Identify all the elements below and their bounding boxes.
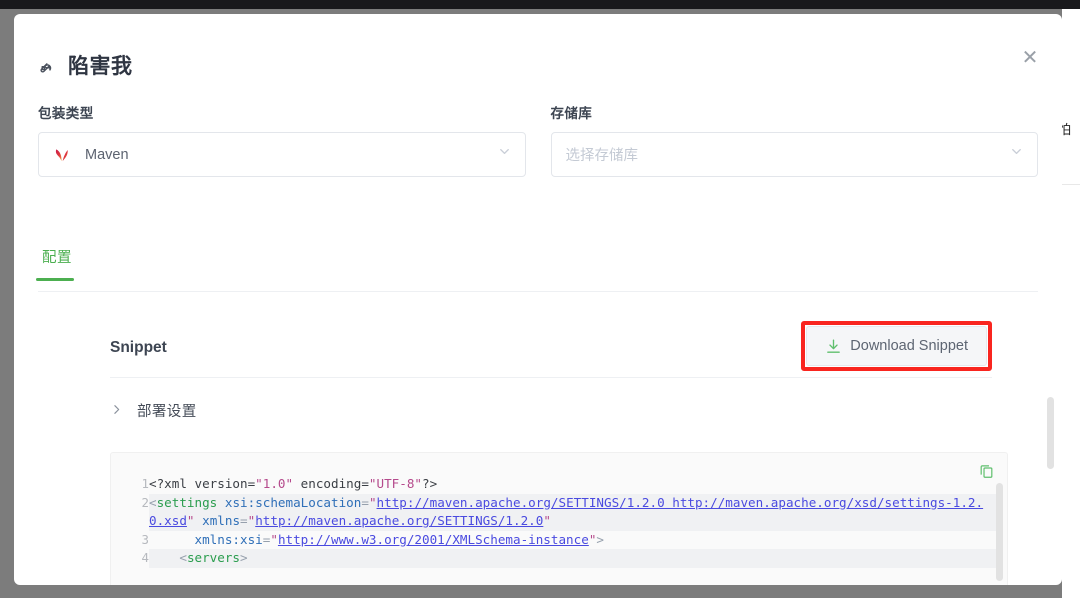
download-icon [825, 338, 842, 355]
tab-bar: 配置 [36, 246, 1038, 292]
deployment-settings-toggle[interactable]: 部署设置 [110, 400, 197, 421]
code-line: 3 xmlns:xsi="http://www.w3.org/2001/XMLS… [111, 531, 997, 550]
code-line-content: <servers> [149, 549, 997, 568]
package-type-select[interactable]: Maven [38, 132, 526, 177]
chevron-down-icon [1009, 144, 1024, 164]
dialog-header: 陷害我 ✕ [14, 14, 1062, 90]
download-snippet-highlight-wrap: Download Snippet [801, 321, 992, 371]
dialog-vertical-scrollbar[interactable] [1047, 397, 1054, 469]
code-line: 4 <servers> [111, 549, 997, 568]
repository-placeholder: 选择存储库 [565, 148, 639, 164]
snippet-header: Snippet Download Snippet [110, 312, 992, 378]
wrench-icon [38, 55, 58, 75]
snippet-title: Snippet [110, 339, 167, 356]
code-line: 1 <?xml version="1.0" encoding="UTF-8"?> [111, 475, 997, 494]
close-icon[interactable]: ✕ [1016, 44, 1044, 72]
dialog-title-text: 陷害我 [68, 55, 133, 78]
snippet-panel: Snippet Download Snippet 部署设置 1 <?xml ve… [38, 312, 1038, 585]
background-sliver-text: 怕 [1062, 122, 1072, 137]
package-type-value: Maven [85, 146, 129, 163]
repository-field: 存储库 选择存储库 [550, 102, 1038, 177]
form-row: 包装类型 Maven 存储库 选择存储库 [38, 102, 1038, 177]
code-table: 1 <?xml version="1.0" encoding="UTF-8"?>… [111, 475, 997, 568]
deployment-settings-label: 部署设置 [137, 404, 197, 420]
dialog-title: 陷害我 [38, 50, 133, 80]
snippet-dialog: 陷害我 ✕ 包装类型 Maven 存储库 选择存储库 配置 Snippet Do… [14, 14, 1062, 585]
code-line-content: <?xml version="1.0" encoding="UTF-8"?> [149, 476, 438, 491]
page-root: 怕 陷害我 ✕ 包装类型 Maven 存储库 选择存储库 配置 Snippet … [0, 0, 1080, 598]
line-number: 1 [141, 476, 149, 491]
line-number: 4 [141, 550, 149, 566]
tab-configuration[interactable]: 配置 [36, 246, 76, 281]
chevron-right-icon [110, 403, 123, 418]
browser-chrome-strip [0, 0, 1080, 9]
package-type-label: 包装类型 [38, 106, 94, 121]
code-scroll-area[interactable]: 1 <?xml version="1.0" encoding="UTF-8"?>… [111, 475, 1007, 585]
background-page-sliver: 怕 [1062, 9, 1080, 598]
chevron-down-icon [497, 144, 512, 164]
copy-icon[interactable] [978, 462, 995, 484]
code-line-content: <settings xsi:schemaLocation="http://mav… [149, 493, 997, 531]
download-snippet-label: Download Snippet [850, 338, 968, 354]
package-type-field: 包装类型 Maven [38, 102, 526, 177]
line-number: 2 [141, 494, 149, 510]
code-vertical-scrollbar[interactable] [996, 483, 1003, 581]
red-highlight-box: Download Snippet [801, 321, 992, 371]
line-number: 3 [141, 531, 149, 547]
repository-select[interactable]: 选择存储库 [550, 132, 1038, 177]
code-snippet-block: 1 <?xml version="1.0" encoding="UTF-8"?>… [110, 452, 1008, 585]
code-line: 2 <settings xsi:schemaLocation="http://m… [111, 493, 997, 531]
background-sliver-divider [1062, 184, 1080, 185]
code-line-content: xmlns:xsi="http://www.w3.org/2001/XMLSch… [194, 531, 605, 547]
repository-label: 存储库 [550, 106, 593, 121]
maven-icon [53, 146, 81, 164]
download-snippet-button[interactable]: Download Snippet [806, 326, 987, 366]
